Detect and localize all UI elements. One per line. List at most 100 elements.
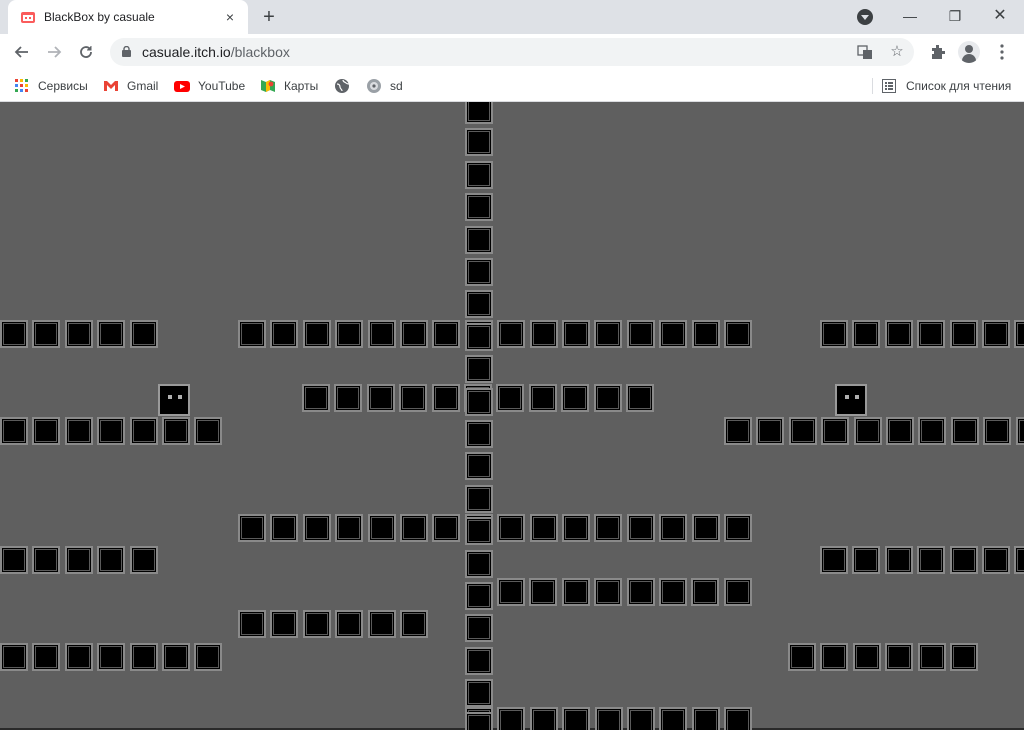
wall-block [659, 707, 687, 730]
close-window-button[interactable]: ✕ [986, 4, 1014, 28]
wall-block [594, 384, 622, 412]
bookmark-gmail[interactable]: Gmail [103, 77, 158, 95]
wall-block [97, 320, 125, 348]
wall-block [32, 320, 60, 348]
wall-block [594, 578, 622, 606]
reading-list-button[interactable]: Список для чтения [882, 77, 1011, 95]
wall-block [918, 417, 946, 445]
wall-block [530, 707, 558, 730]
bookmark-sd[interactable]: sd [366, 77, 403, 95]
bookmark-label: Gmail [127, 79, 159, 93]
extensions-icon[interactable] [926, 40, 950, 64]
wall-block [497, 707, 525, 730]
wall-block [400, 320, 428, 348]
bookmark-label: Сервисы [38, 79, 88, 93]
wall-block [0, 417, 28, 445]
profile-avatar[interactable] [958, 41, 980, 63]
wall-block [854, 417, 882, 445]
restore-button[interactable]: ❐ [941, 4, 969, 28]
tab-search-icon[interactable] [857, 9, 873, 25]
wall-block [465, 355, 493, 383]
wall-block [1014, 546, 1024, 574]
address-bar[interactable]: casuale.itch.io/blackbox ☆ [110, 38, 914, 66]
wall-block [983, 417, 1011, 445]
wall-block [303, 610, 331, 638]
wall-block [529, 578, 557, 606]
wall-block [465, 614, 493, 642]
wall-block [918, 643, 946, 671]
apps-grid-icon [15, 79, 28, 92]
wall-block [32, 417, 60, 445]
wall-block [130, 546, 158, 574]
back-button[interactable] [10, 40, 34, 64]
wall-block [659, 320, 687, 348]
wall-block [334, 384, 362, 412]
wall-block [162, 643, 190, 671]
wall-block [465, 226, 493, 254]
player-character [158, 384, 190, 416]
wall-block [756, 417, 784, 445]
url-text: casuale.itch.io/blackbox [142, 44, 290, 60]
wall-block [367, 384, 395, 412]
wall-block [530, 514, 558, 542]
bookmark-services[interactable]: Сервисы [14, 77, 88, 95]
bookmark-label: YouTube [198, 79, 246, 93]
wall-block [1014, 320, 1024, 348]
wall-block [497, 320, 525, 348]
wall-block [130, 643, 158, 671]
youtube-icon [174, 81, 190, 92]
wall-block [724, 578, 752, 606]
wall-block [465, 420, 493, 448]
wall-block [562, 578, 590, 606]
wall-block [496, 384, 524, 412]
wall-block [594, 514, 622, 542]
wall-block [465, 290, 493, 318]
wall-block [659, 578, 687, 606]
wall-block [465, 550, 493, 578]
wall-block [0, 320, 28, 348]
menu-icon[interactable] [990, 40, 1014, 64]
wall-block [885, 546, 913, 574]
close-tab-icon[interactable]: × [222, 9, 238, 25]
wall-block [465, 128, 493, 156]
character-eye [178, 395, 182, 399]
wall-block [627, 320, 655, 348]
wall-block [886, 417, 914, 445]
sd-icon [367, 79, 381, 93]
forward-button[interactable] [42, 40, 66, 64]
wall-block [335, 320, 363, 348]
wall-block [691, 578, 719, 606]
wall-block [432, 514, 460, 542]
wall-block [270, 610, 298, 638]
wall-block [820, 643, 848, 671]
bookmark-globe[interactable] [334, 77, 358, 95]
new-tab-button[interactable]: + [259, 7, 279, 27]
wall-block [270, 514, 298, 542]
wall-block [303, 514, 331, 542]
wall-block [465, 388, 493, 416]
arrow-right-icon [48, 46, 62, 58]
game-canvas[interactable] [0, 102, 1024, 730]
bookmark-maps[interactable]: Карты [260, 77, 318, 95]
wall-block [950, 643, 978, 671]
translate-icon[interactable] [855, 42, 875, 62]
star-icon[interactable]: ☆ [887, 42, 907, 62]
minimize-button[interactable]: — [896, 4, 924, 28]
character-eye [845, 395, 849, 399]
wall-block [562, 320, 590, 348]
tab-blackbox[interactable]: BlackBox by casuale × [8, 0, 248, 34]
character-eye [168, 395, 172, 399]
wall-block [465, 517, 493, 545]
reload-button[interactable] [74, 40, 98, 64]
wall-block [724, 707, 752, 730]
wall-block [368, 610, 396, 638]
wall-block [465, 679, 493, 707]
wall-block [399, 384, 427, 412]
wall-block [400, 610, 428, 638]
wall-block [853, 643, 881, 671]
wall-block [627, 578, 655, 606]
wall-block [465, 452, 493, 480]
wall-block [238, 610, 266, 638]
wall-block [982, 546, 1010, 574]
bookmark-youtube[interactable]: YouTube [174, 77, 245, 95]
